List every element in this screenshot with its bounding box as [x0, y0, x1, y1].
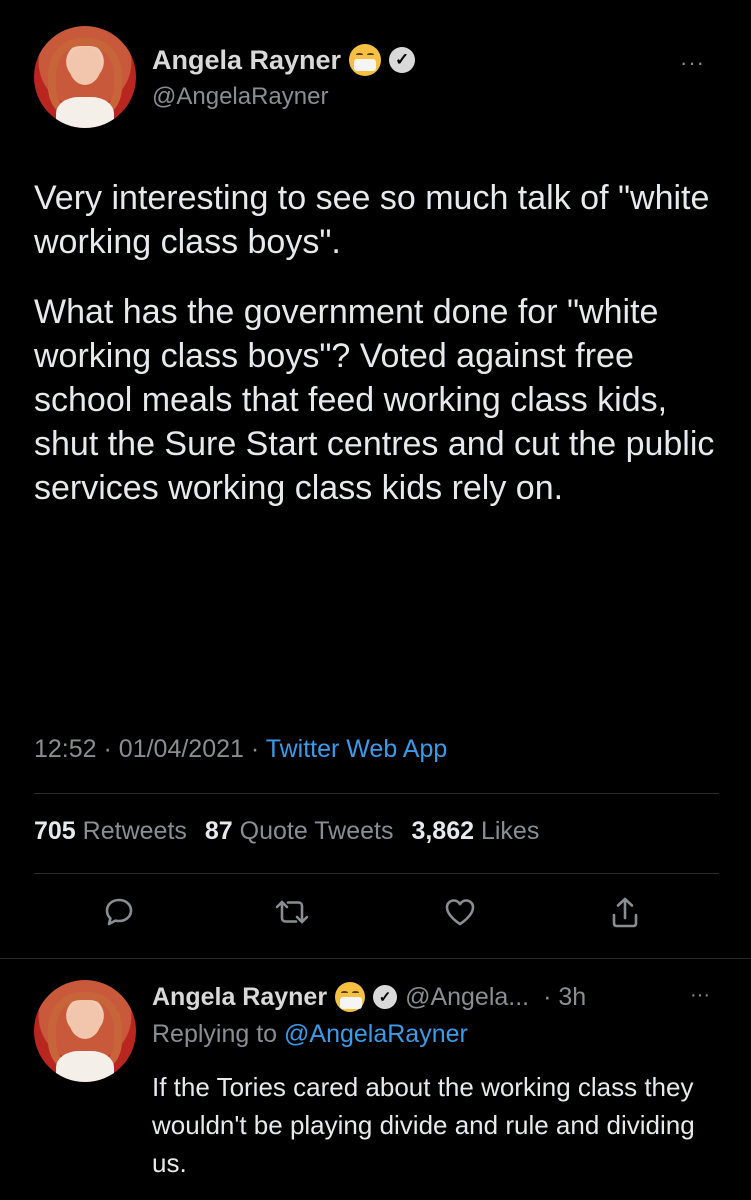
heart-icon [445, 899, 475, 926]
verified-badge-icon: ✓ [373, 985, 398, 1009]
tweet-source-link[interactable]: Twitter Web App [266, 735, 448, 763]
replying-mention-link[interactable]: @AngelaRayner [284, 1020, 468, 1048]
tweet-paragraph: What has the government done for "white … [34, 293, 715, 507]
replying-prefix: Replying to [152, 1020, 278, 1048]
replying-to: Replying to @AngelaRayner [152, 1020, 468, 1049]
reply-author-row: Angela Rayner ✓ @Angela... · 3h [152, 982, 586, 1012]
tweet-paragraph: Very interesting to see so much talk of … [34, 179, 710, 261]
meta-separator: · [250, 735, 260, 763]
avatar-face [68, 46, 102, 86]
tweet-separator [0, 958, 751, 959]
avatar[interactable] [34, 26, 136, 128]
reply-button[interactable] [97, 890, 141, 934]
divider [34, 873, 719, 874]
author-row: Angela Rayner ✓ [152, 44, 416, 76]
retweets-label: Retweets [82, 817, 187, 845]
author-handle[interactable]: @AngelaRayner [152, 83, 328, 111]
tweet-meta: 12:52 · 01/04/2021 · Twitter Web App [34, 735, 447, 764]
quotes-count: 87 [204, 817, 233, 845]
avatar-face [68, 1000, 102, 1040]
tweet-actions [0, 890, 751, 940]
verified-badge-icon: ✓ [389, 47, 416, 73]
mask-emoji-icon [349, 44, 382, 76]
quote-tweets-stat[interactable]: 87 Quote Tweets [205, 817, 394, 846]
reply-time[interactable]: · 3h [543, 983, 586, 1012]
mask-emoji-icon [335, 982, 366, 1012]
tweet-stats: 705 Retweets 87 Quote Tweets 3,862 Likes [34, 817, 557, 846]
more-options-icon[interactable]: ··· [690, 984, 710, 1007]
author-name[interactable]: Angela Rayner [152, 45, 341, 76]
main-tweet: Angela Rayner ✓ @AngelaRayner ··· Very i… [0, 0, 751, 960]
share-button[interactable] [603, 890, 647, 934]
retweets-stat[interactable]: 705 Retweets [34, 817, 187, 846]
meta-separator: · [103, 735, 112, 763]
speech-bubble-icon [105, 898, 133, 926]
reply-tweet[interactable]: Angela Rayner ✓ @Angela... · 3h ··· Repl… [0, 960, 751, 1200]
likes-count: 3,862 [411, 817, 475, 845]
likes-label: Likes [480, 817, 540, 845]
quotes-label: Quote Tweets [239, 817, 394, 845]
share-icon [612, 897, 638, 928]
more-options-icon[interactable]: ··· [680, 50, 705, 76]
like-button[interactable] [438, 890, 482, 934]
likes-stat[interactable]: 3,862 Likes [411, 817, 539, 846]
reply-author-name[interactable]: Angela Rayner [152, 983, 327, 1012]
tweet-date[interactable]: 01/04/2021 [119, 735, 244, 763]
divider [34, 793, 719, 794]
retweet-icon [275, 900, 309, 924]
avatar-shirt [56, 97, 114, 128]
reply-author-handle[interactable]: @Angela... [405, 983, 529, 1012]
avatar-shirt [56, 1051, 114, 1082]
tweet-time[interactable]: 12:52 [34, 735, 97, 763]
avatar[interactable] [34, 980, 136, 1082]
retweets-count: 705 [34, 817, 76, 845]
reply-text: If the Tories cared about the working cl… [152, 1072, 695, 1178]
tweet-text: Very interesting to see so much talk of … [34, 176, 724, 536]
retweet-button[interactable] [270, 890, 314, 934]
